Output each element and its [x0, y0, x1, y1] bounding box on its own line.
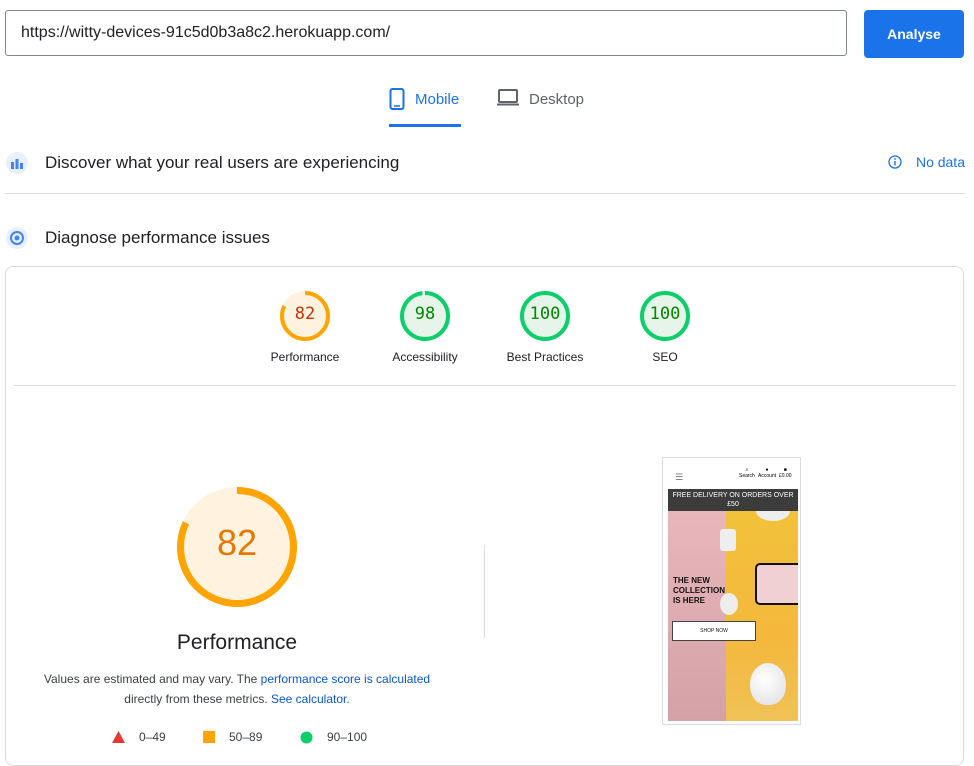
see-calculator-link[interactable]: See calculator. — [271, 692, 350, 706]
hero-heading: THE NEW COLLECTION IS HERE — [673, 576, 725, 606]
legend-item-pass: 90–100 — [300, 730, 367, 744]
screenshot-account: ● Account — [758, 467, 777, 479]
hero-phone — [755, 563, 798, 605]
menu-icon: ☰ — [675, 472, 684, 482]
score-label: Performance — [270, 350, 340, 364]
desc-text: Values are estimated and may vary. The — [43, 672, 261, 686]
hero-line: THE NEW — [673, 576, 710, 585]
score-gauge-best-practices[interactable]: 100 Best Practices — [485, 290, 605, 364]
hero-bulb — [750, 663, 786, 705]
screenshot-cart: ■ £0.00 — [779, 467, 792, 479]
circle-icon — [300, 731, 313, 743]
tab-desktop[interactable]: Desktop — [497, 88, 584, 124]
screenshot-cart-label: £0.00 — [779, 473, 792, 479]
score-gauge-performance[interactable]: 82 Performance — [245, 290, 365, 364]
legend-item-average: 50–89 — [203, 730, 262, 744]
hero-decor — [720, 529, 736, 551]
vertical-divider — [484, 545, 485, 638]
screenshot-search-label: Search — [739, 473, 755, 479]
score-value: 82 — [294, 304, 316, 324]
hero-line: COLLECTION — [673, 586, 725, 595]
hero-pink-panel — [668, 511, 726, 721]
score-value: 98 — [414, 304, 436, 324]
crux-icon — [5, 151, 29, 175]
score-label: SEO — [652, 350, 678, 364]
diagnose-title: Diagnose performance issues — [45, 228, 270, 247]
score-calculated-link[interactable]: performance score is calculated — [261, 672, 430, 686]
performance-title: Performance — [176, 631, 298, 654]
screenshot-header — [667, 460, 797, 488]
diagnose-section: Diagnose performance issues — [5, 224, 965, 252]
score-label: Accessibility — [392, 350, 458, 364]
real-users-title: Discover what your real users are experi… — [45, 153, 400, 172]
section-divider — [5, 193, 965, 194]
smartphone-icon — [389, 88, 405, 114]
hero-line: IS HERE — [673, 596, 706, 605]
legend-range: 50–89 — [229, 730, 263, 744]
screenshot-account-label: Account — [758, 473, 777, 479]
laptop-icon — [497, 88, 519, 110]
screenshot-banner: FREE DELIVERY ON ORDERS OVER £50 — [668, 489, 798, 511]
info-icon — [888, 155, 902, 169]
no-data-label: No data — [915, 154, 965, 170]
shop-now-button: SHOP NOW — [672, 621, 756, 641]
score-value: 100 — [649, 304, 681, 324]
triangle-icon — [112, 731, 125, 743]
tab-mobile-label: Mobile — [415, 91, 460, 108]
score-gauge-seo[interactable]: 100 SEO — [605, 290, 725, 364]
desc-text: directly from these metrics. — [124, 692, 271, 706]
gauges-divider — [14, 385, 956, 386]
performance-score: 82 — [216, 522, 258, 563]
tab-mobile[interactable]: Mobile — [389, 88, 461, 127]
legend-range: 0–49 — [139, 730, 166, 744]
performance-description: Values are estimated and may vary. The p… — [30, 669, 444, 709]
screenshot-hero: THE NEW COLLECTION IS HERE SHOP NOW — [668, 511, 798, 721]
final-screenshot[interactable]: ☰ ⌕ Search ● Account ■ £0.00 FREE DELIVERY … — [662, 457, 801, 725]
legend-item-fail: 0–49 — [112, 730, 166, 744]
lighthouse-icon — [5, 226, 29, 250]
tab-desktop-label: Desktop — [529, 91, 585, 108]
no-data-link[interactable]: No data — [888, 154, 965, 170]
screenshot-search: ⌕ Search — [739, 467, 755, 479]
real-users-section: Discover what your real users are experi… — [5, 149, 965, 177]
legend-range: 90–100 — [327, 730, 368, 744]
square-icon — [203, 731, 215, 743]
score-label: Best Practices — [506, 350, 584, 364]
score-gauge-accessibility[interactable]: 98 Accessibility — [365, 290, 485, 364]
score-value: 100 — [529, 304, 561, 324]
url-input[interactable] — [5, 10, 847, 56]
analyse-button[interactable]: Analyse — [864, 10, 964, 58]
